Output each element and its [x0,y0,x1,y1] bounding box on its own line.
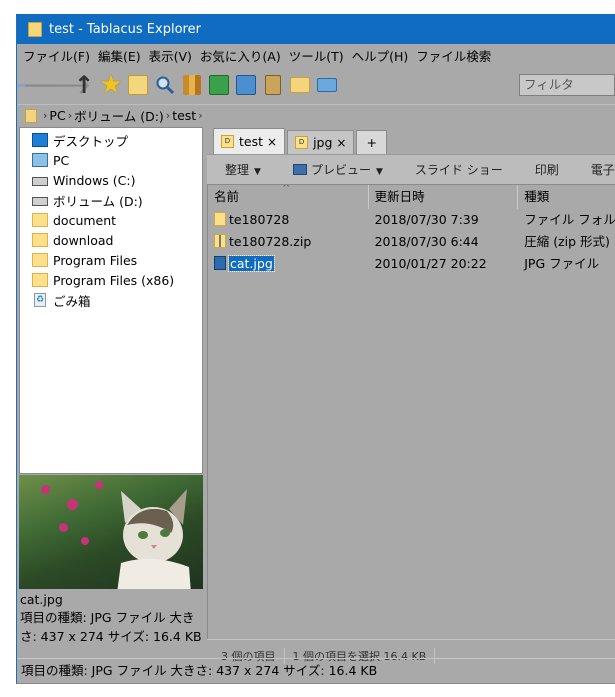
tree-item-program-files[interactable]: Program Files [20,250,202,270]
network-icon[interactable] [233,71,259,99]
pc-icon [32,153,48,167]
menu-file-search[interactable]: ファイル検索 [412,46,495,65]
chevron-right-icon[interactable]: › [198,109,202,122]
folder-icon [214,212,226,226]
window-icon[interactable] [314,71,340,99]
breadcrumb-pc[interactable]: PC [49,108,65,123]
file-type: 圧縮 (zip 形式) フォルダー [524,234,615,249]
tab-bar: D test × D jpg × + [207,126,615,154]
status-bar: 項目の種類: JPG ファイル 大きさ: 437 x 274 サイズ: 16.4… [17,658,615,680]
clipboard-icon[interactable] [260,71,286,99]
list-header: ^ 名前 更新日時 種類 [208,185,615,209]
tree-item-recycle-bin[interactable]: ♻ ごみ箱 [20,290,202,310]
preview-icon [292,164,307,175]
tree-item-pc[interactable]: PC [20,150,202,170]
refresh-icon[interactable] [206,71,232,99]
chevron-right-icon[interactable]: › [43,109,47,122]
folder-icon [32,273,48,287]
tree-item-download[interactable]: download [20,230,202,250]
menu-bar: ファイル(F) 編集(E) 表示(V) お気に入り(A) ツール(T) ヘルプ(… [17,44,615,66]
folder-icon [32,213,48,227]
title-bar[interactable]: test - Tablacus Explorer [17,14,615,44]
slideshow-button[interactable]: スライド ショー [399,161,519,178]
folder-tree: デスクトップ PC Windows (C:) ボリューム (D:) docume… [19,127,203,474]
file-name: cat.jpg [228,255,275,272]
folder-tab-icon: D [295,136,309,149]
tree-item-windows-c[interactable]: Windows (C:) [20,170,202,190]
file-date: 2018/07/30 7:39 [374,212,479,227]
folder-icon [25,108,37,123]
file-row-selected[interactable]: cat.jpg 2010/01/27 20:22 JPG ファイル [208,253,615,275]
file-pane: D test × D jpg × + 整理 ▼ プレビュー ▼ スライド ショー 印… [207,126,615,671]
new-folder-icon[interactable] [287,71,313,99]
preview-image [19,475,203,589]
new-tab-button[interactable]: + [356,130,387,154]
file-row[interactable]: te180728 2018/07/30 7:39 ファイル フォルダー [208,209,615,231]
preview-filename: cat.jpg [20,592,63,607]
file-row[interactable]: te180728.zip 2018/07/30 6:44 圧縮 (zip 形式)… [208,231,615,253]
app-icon [28,21,42,37]
preview-button[interactable]: プレビュー ▼ [277,161,399,178]
sort-ascending-icon: ^ [282,185,291,194]
explorer-window: test - Tablacus Explorer ファイル(F) 編集(E) 表… [16,14,615,684]
zip-icon [214,234,226,248]
forward-arrow-icon[interactable]: 🡒 [22,71,92,101]
recycle-bin-icon: ♻ [34,293,46,307]
menu-favorites[interactable]: お気に入り(A) [196,46,285,65]
close-icon[interactable]: × [267,135,277,149]
menu-edit[interactable]: 編集(E) [94,46,145,65]
menu-tools[interactable]: ツール(T) [285,46,348,65]
print-button[interactable]: 印刷 [519,161,575,178]
tree-item-volume-d[interactable]: ボリューム (D:) [20,190,202,210]
books-icon[interactable] [179,71,205,99]
preview-panel: cat.jpg 項目の種類: JPG ファイル 大き さ: 437 x 274 … [19,475,203,657]
tab-test[interactable]: D test × [213,128,286,154]
toolbar: 🡐 🡒 ↑ ★ フィルタ [17,66,615,104]
jpg-icon [214,256,226,270]
file-date: 2010/01/27 20:22 [374,256,487,271]
menu-file[interactable]: ファイル(F) [17,46,94,65]
file-date: 2018/07/30 6:44 [374,234,479,249]
folder-icon [32,253,48,267]
menu-help[interactable]: ヘルプ(H) [348,46,413,65]
column-header-date[interactable]: 更新日時 [367,185,518,209]
chevron-right-icon[interactable]: › [166,109,170,122]
address-bar[interactable]: › PC › ボリューム (D:) › test › [17,104,615,126]
chevron-down-icon: ▼ [254,167,261,177]
breadcrumb-volume[interactable]: ボリューム (D:) [74,106,164,125]
tree-item-desktop[interactable]: デスクトップ [20,130,202,150]
chevron-down-icon: ▼ [375,167,383,177]
file-name: te180728.zip [229,234,312,249]
up-arrow-icon[interactable]: ↑ [71,71,97,99]
breadcrumb-test[interactable]: test [172,108,196,123]
tab-jpg[interactable]: D jpg × [287,130,355,154]
menu-view[interactable]: 表示(V) [145,46,196,65]
email-button[interactable]: 電子メール [575,161,615,178]
search-icon[interactable] [152,71,178,99]
file-list: ^ 名前 更新日時 種類 te180728 2018/07/30 7:39 ファ… [207,184,615,639]
command-bar: 整理▼ プレビュー▼ スライド ショー 印刷 電子メール [207,154,615,184]
tree-item-document[interactable]: document [20,210,202,230]
close-icon[interactable]: × [336,136,346,150]
file-name: te180728 [229,212,290,227]
new-window-icon[interactable] [125,71,151,99]
column-header-name[interactable]: ^ 名前 [208,185,368,209]
filter-input[interactable]: フィルタ [519,74,615,96]
column-header-type[interactable]: 種類 [517,185,615,209]
drive-icon [32,197,48,206]
cat-photo [117,489,191,589]
preview-info-line1: 項目の種類: JPG ファイル 大き [20,610,195,625]
organize-button[interactable]: 整理 ▼ [207,161,277,178]
chevron-right-icon[interactable]: › [68,109,72,122]
add-favorite-icon[interactable]: ★ [98,70,124,100]
tree-item-program-files-x86[interactable]: Program Files (x86) [20,270,202,290]
folder-icon [32,233,48,247]
file-type: ファイル フォルダー [524,212,615,227]
windows-drive-icon [32,177,48,186]
desktop-icon [32,133,48,147]
preview-info-line2: さ: 437 x 274 サイズ: 16.4 KB [20,629,202,644]
file-type: JPG ファイル [524,256,600,271]
folder-tab-icon: D [221,135,234,148]
window-title: test - Tablacus Explorer [49,21,201,37]
